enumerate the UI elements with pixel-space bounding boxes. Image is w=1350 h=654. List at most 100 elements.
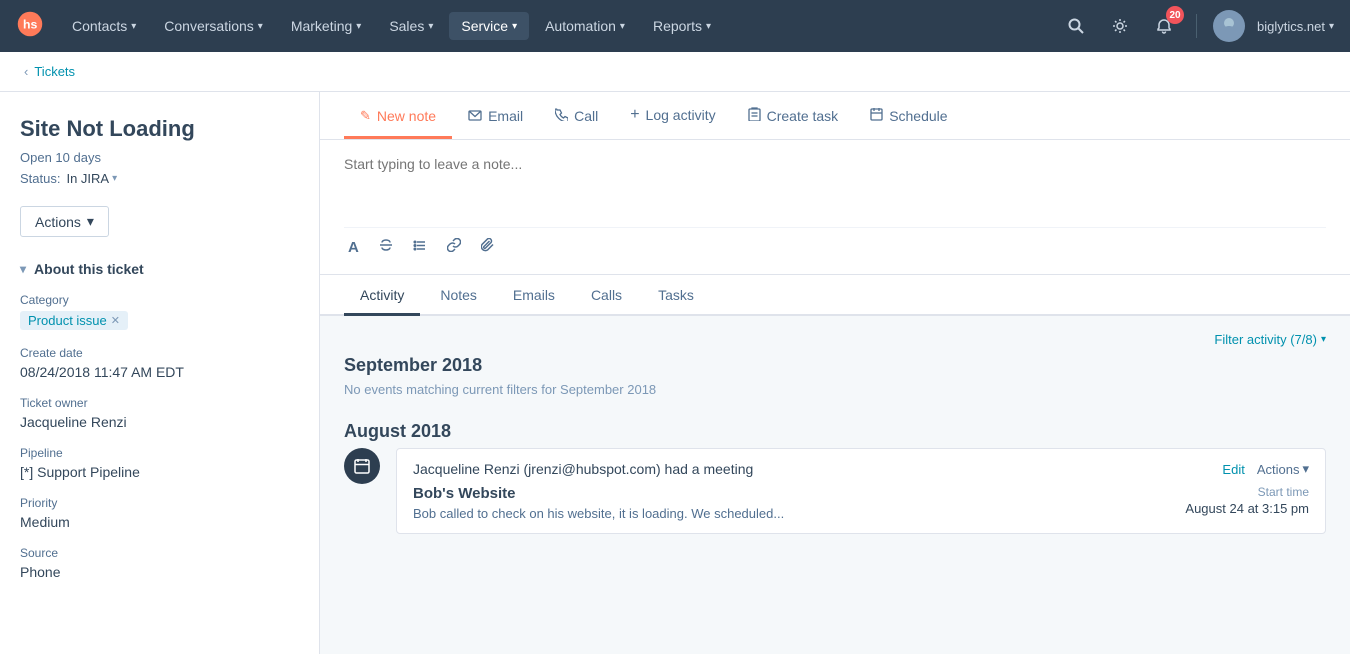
timeline-actions-button[interactable]: Actions ▾ (1257, 461, 1309, 477)
tab-log-activity[interactable]: + Log activity (614, 92, 731, 139)
field-label-pipeline: Pipeline (20, 446, 299, 460)
clipboard-icon (748, 107, 761, 124)
tab-notes[interactable]: Notes (424, 275, 493, 316)
top-navigation: hs Contacts ▾ Conversations ▾ Marketing … (0, 0, 1350, 52)
nav-sales[interactable]: Sales ▾ (377, 12, 445, 40)
field-label-source: Source (20, 546, 299, 560)
category-tag[interactable]: Product issue ✕ (20, 311, 128, 330)
breadcrumb: ‹ Tickets (0, 52, 1350, 92)
timeline-edit-button[interactable]: Edit (1222, 462, 1244, 477)
breadcrumb-tickets-link[interactable]: Tickets (34, 64, 75, 79)
tab-create-task[interactable]: Create task (732, 93, 855, 139)
hubspot-logo[interactable]: hs (16, 10, 48, 42)
field-label-ticket-owner: Ticket owner (20, 396, 299, 410)
about-ticket-section-header[interactable]: ▾ About this ticket (20, 261, 299, 277)
breadcrumb-back-chevron: ‹ (24, 64, 28, 79)
action-tabs-bar: ✎ New note Email (320, 92, 1350, 140)
chevron-down-icon: ▾ (1321, 334, 1326, 345)
chevron-down-icon: ▾ (620, 21, 625, 32)
nav-service[interactable]: Service ▾ (449, 12, 529, 40)
strikethrough-button[interactable] (375, 236, 397, 258)
activity-tabs-bar: Activity Notes Emails Calls Tasks (320, 275, 1350, 316)
timeline-icon-col (344, 448, 380, 550)
status-value[interactable]: In JIRA ▾ (66, 171, 117, 186)
phone-icon (555, 108, 568, 124)
chevron-down-icon: ▾ (706, 21, 711, 32)
edit-icon: ✎ (360, 108, 371, 124)
field-category: Category Product issue ✕ (20, 293, 299, 330)
timeline-card-body: Bob called to check on his website, it i… (413, 506, 784, 521)
timeline-item: Jacqueline Renzi (jrenzi@hubspot.com) ha… (344, 448, 1326, 550)
ticket-status-row: Status: In JIRA ▾ (20, 171, 299, 186)
note-toolbar: A (344, 227, 1326, 258)
field-pipeline: Pipeline [*] Support Pipeline (20, 446, 299, 480)
tag-remove-icon[interactable]: ✕ (111, 314, 120, 327)
timeline-card-title: Bob's Website (413, 485, 784, 502)
nav-reports[interactable]: Reports ▾ (641, 12, 723, 40)
field-source: Source Phone (20, 546, 299, 580)
field-value-pipeline: [*] Support Pipeline (20, 464, 299, 480)
timeline-meta-time: Start time August 24 at 3:15 pm (1185, 485, 1309, 516)
chevron-down-icon: ▾ (356, 21, 361, 32)
tab-tasks[interactable]: Tasks (642, 275, 710, 316)
chevron-down-icon: ▾ (258, 21, 263, 32)
filter-activity-button[interactable]: Filter activity (7/8) ▾ (1214, 332, 1326, 347)
tab-new-note[interactable]: ✎ New note (344, 94, 452, 139)
email-icon (468, 108, 482, 124)
plus-icon: + (630, 106, 639, 124)
chevron-down-icon: ▾ (112, 173, 117, 184)
tab-activity[interactable]: Activity (344, 275, 420, 316)
chevron-down-icon: ▾ (512, 21, 517, 32)
timeline-action-buttons: Edit Actions ▾ (1222, 461, 1309, 477)
tab-schedule[interactable]: Schedule (854, 93, 963, 139)
month-section-august: August 2018 (344, 421, 1326, 550)
tab-emails[interactable]: Emails (497, 275, 571, 316)
nav-conversations[interactable]: Conversations ▾ (152, 12, 275, 40)
bold-button[interactable]: A (344, 237, 363, 258)
field-value-create-date: 08/24/2018 11:47 AM EDT (20, 364, 299, 380)
field-label-category: Category (20, 293, 299, 307)
notifications-button[interactable]: 20 (1148, 10, 1180, 42)
no-events-september: No events matching current filters for S… (344, 382, 1326, 397)
ticket-open-duration: Open 10 days (20, 150, 299, 165)
tab-call[interactable]: Call (539, 94, 614, 139)
left-panel: Site Not Loading Open 10 days Status: In… (0, 92, 320, 654)
calendar-icon (870, 107, 883, 124)
chevron-down-icon: ▾ (87, 213, 94, 230)
search-button[interactable] (1060, 10, 1092, 42)
tab-email[interactable]: Email (452, 94, 539, 139)
field-label-create-date: Create date (20, 346, 299, 360)
actions-button[interactable]: Actions ▾ (20, 206, 109, 237)
settings-button[interactable] (1104, 10, 1136, 42)
notification-count-badge: 20 (1166, 6, 1184, 24)
nav-contacts[interactable]: Contacts ▾ (60, 12, 148, 40)
field-priority: Priority Medium (20, 496, 299, 530)
month-header-september: September 2018 (344, 355, 1326, 376)
timeline-actor-text: Jacqueline Renzi (jrenzi@hubspot.com) ha… (413, 461, 753, 477)
chevron-down-icon: ▾ (131, 21, 136, 32)
avatar[interactable] (1213, 10, 1245, 42)
activity-feed: Filter activity (7/8) ▾ September 2018 N… (320, 316, 1350, 654)
month-header-august: August 2018 (344, 421, 1326, 442)
list-button[interactable] (409, 236, 431, 258)
tab-calls[interactable]: Calls (575, 275, 638, 316)
start-time-value: August 24 at 3:15 pm (1185, 501, 1309, 516)
note-editor-area: A (320, 140, 1350, 275)
field-value-ticket-owner: Jacqueline Renzi (20, 414, 299, 430)
chevron-down-icon: ▾ (1329, 21, 1334, 32)
nav-divider (1196, 14, 1197, 38)
status-label: Status: (20, 171, 60, 186)
field-value-category: Product issue ✕ (20, 311, 299, 330)
timeline-header-row: Jacqueline Renzi (jrenzi@hubspot.com) ha… (413, 461, 1309, 477)
attachment-button[interactable] (477, 236, 499, 258)
field-value-priority: Medium (20, 514, 299, 530)
nav-marketing[interactable]: Marketing ▾ (279, 12, 374, 40)
nav-automation[interactable]: Automation ▾ (533, 12, 637, 40)
link-button[interactable] (443, 236, 465, 258)
topnav-right-section: 20 biglytics.net ▾ (1060, 10, 1334, 42)
timeline-calendar-icon (344, 448, 380, 484)
account-name[interactable]: biglytics.net ▾ (1257, 19, 1334, 34)
note-textarea[interactable] (344, 156, 1326, 216)
month-section-september: September 2018 No events matching curren… (344, 355, 1326, 397)
field-ticket-owner: Ticket owner Jacqueline Renzi (20, 396, 299, 430)
